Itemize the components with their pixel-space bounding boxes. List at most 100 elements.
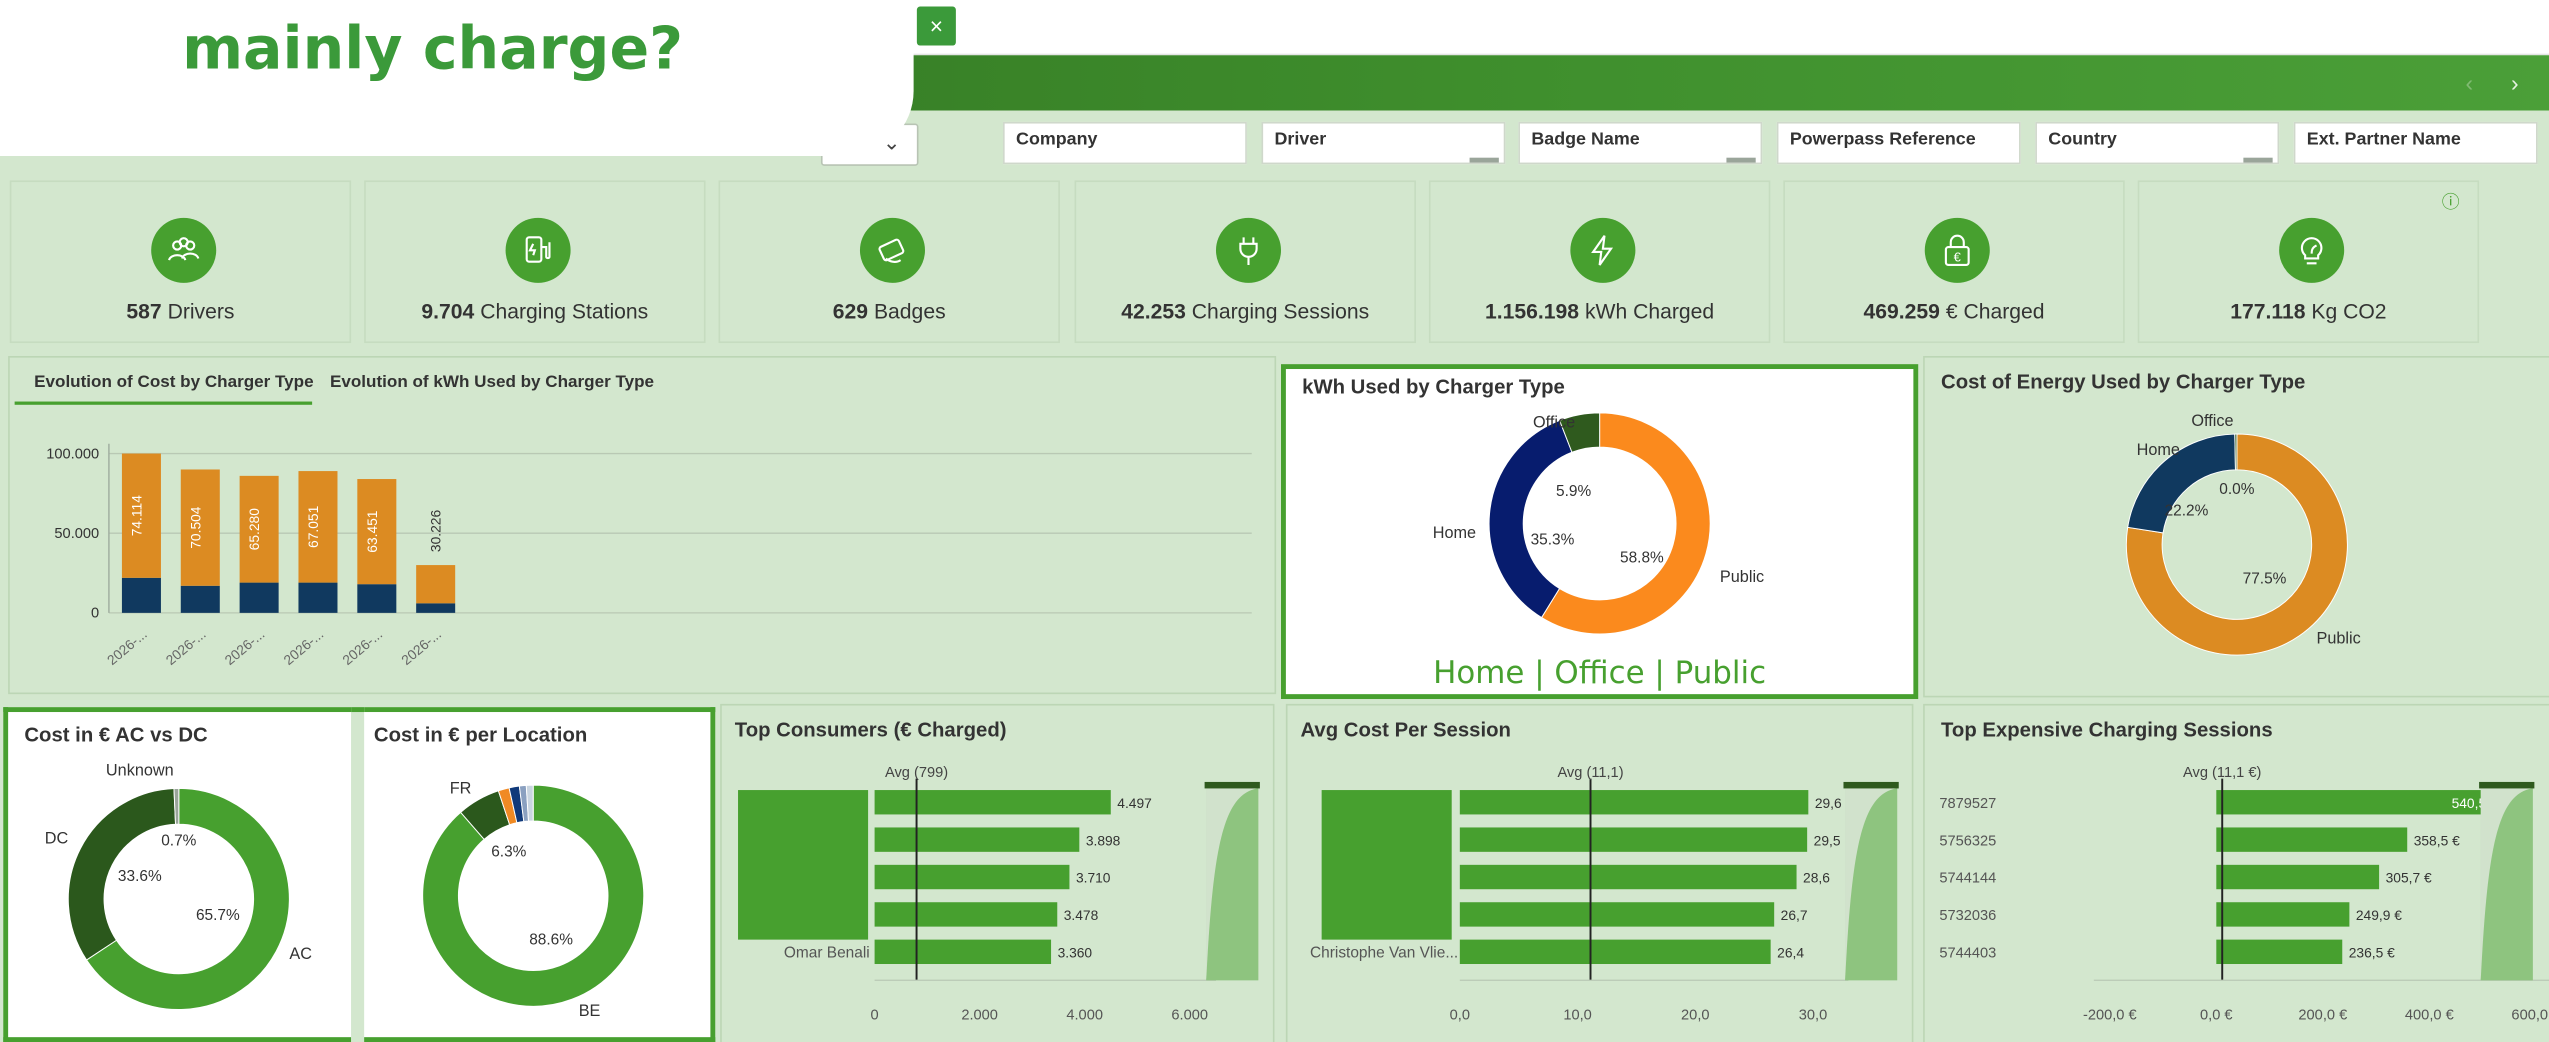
pie-slice	[1488, 419, 1573, 619]
x-tick-label: 20,0	[1681, 1007, 1709, 1023]
x-tick-label: 2.000	[961, 1007, 998, 1023]
nav-prev-button[interactable]: ‹	[2458, 67, 2481, 100]
y-tick-label: 50.000	[54, 526, 99, 542]
svg-text:€: €	[1954, 250, 1962, 265]
bar-value-label: 65.280	[246, 508, 262, 551]
filter-ext-partner-name[interactable]: Ext. Partner Name	[2293, 121, 2538, 165]
row-category-label: 5744403	[1939, 946, 1996, 962]
bar-segment	[416, 565, 456, 604]
filter-selection-bar	[1469, 157, 1499, 163]
close-button[interactable]: ×	[916, 6, 956, 46]
kpi-icon-circle	[505, 217, 571, 283]
expensive-sessions-chart: 540,5 €7879527358,5 €5756325305,7 €57441…	[1939, 765, 2549, 1023]
slice-category-label: Public	[2317, 630, 2361, 648]
bar-value-label: 67.051	[305, 506, 321, 548]
x-tick-label: 0,0	[1450, 1007, 1470, 1023]
acdc-donut-chart: 0.7% 33.6% 65.7% Unknown DC AC	[45, 761, 312, 1010]
charging-plug-icon	[1239, 237, 1258, 265]
bar	[1459, 939, 1771, 965]
kpi-icon-circle	[2279, 217, 2345, 283]
filter-label: Country	[2048, 130, 2117, 150]
filter-badge-name[interactable]: Badge Name	[1518, 121, 1763, 165]
slice-category-label: Public	[1720, 568, 1764, 586]
question-overlay: mainly charge?	[0, 0, 914, 157]
slice-pct-label: 0.0%	[2219, 481, 2254, 498]
slice-pct-label: 22.2%	[2165, 502, 2209, 519]
kpi-value: 177.118	[2230, 299, 2306, 324]
bar-value-label: 28,6	[1803, 870, 1830, 886]
x-tick-label: 2026-...	[280, 626, 326, 668]
scroll-overlay	[1845, 785, 1898, 981]
slice-pct-label: 65.7%	[196, 907, 240, 924]
x-tick-label: 2026-...	[104, 626, 150, 668]
kpi-card-kg-co2[interactable]: 177.118 Kg CO2	[2137, 180, 2480, 344]
pie-slice	[2234, 433, 2238, 471]
bar	[874, 864, 1070, 890]
filter-driver[interactable]: Driver	[1261, 121, 1506, 165]
slice-pct-label: 58.8%	[1620, 549, 1664, 566]
scroll-overlay	[1206, 785, 1259, 981]
kpi-label: Badges	[873, 299, 946, 324]
kpi-text: 177.118 Kg CO2	[2139, 299, 2477, 323]
kpi-value: 587	[126, 299, 162, 324]
y-tick-label: 0	[91, 606, 99, 622]
bar	[2216, 939, 2343, 965]
slice-pct-label: 6.3%	[491, 844, 526, 861]
evolution-bar-chart: 100.000 50.000 0 74.114 2026-... 70.504 2026-.…	[46, 443, 1252, 668]
filter-company[interactable]: Company	[1003, 121, 1247, 165]
x-tick-label: -200,0 €	[2083, 1007, 2137, 1023]
filter-powerpass-reference[interactable]: Powerpass Reference	[1776, 121, 2021, 165]
bar-value-label: 26,4	[1777, 945, 1804, 961]
kpi-icon-circle: €	[1924, 217, 1990, 283]
kpi-card-charging-sessions[interactable]: 42.253 Charging Sessions	[1074, 180, 1416, 344]
x-tick-label: 600,0 €	[2511, 1007, 2549, 1023]
kpi-card-charging-stations[interactable]: 9.704 Charging Stations	[364, 180, 706, 344]
filter-label: Powerpass Reference	[1789, 130, 1976, 150]
kpi-card-badges[interactable]: 629 Badges	[718, 180, 1060, 344]
dashboard: × ‹ › ⌄ Company Driver Badge Name Powerpass…	[0, 0, 2549, 1042]
bar-value-label: 63.451	[364, 511, 380, 553]
kpi-text: 629 Badges	[720, 299, 1058, 323]
slice-pct-label: 88.6%	[529, 931, 573, 948]
kpi-label: Charging Sessions	[1191, 299, 1370, 324]
bar-segment	[121, 577, 161, 613]
nav-next-button[interactable]: ›	[2503, 67, 2526, 100]
bar-value-label: 30.226	[428, 510, 444, 553]
kpi-card-drivers[interactable]: 587 Drivers	[9, 180, 352, 344]
bar-segment	[357, 584, 397, 613]
slice-pct-label: 0.7%	[161, 832, 196, 849]
bar	[1459, 827, 1808, 852]
slice-pct-label: 77.5%	[2243, 571, 2287, 588]
bar	[1459, 864, 1797, 890]
filter-country[interactable]: Country	[2035, 121, 2280, 165]
bar-value-label: 249,9 €	[2356, 907, 2402, 923]
kpi-card--charged[interactable]: €469.259 € Charged	[1783, 180, 2125, 344]
bar-value-label: 3.478	[1064, 907, 1099, 923]
row-category-label: 7879527	[1939, 796, 1996, 812]
slice-pct-label: 5.9%	[1556, 483, 1591, 500]
kpi-text: 42.253 Charging Sessions	[1076, 299, 1414, 323]
bar-value-label: 305,7 €	[2386, 870, 2432, 886]
x-tick-label: 2026-...	[221, 626, 267, 668]
y-tick-label: 100.000	[46, 446, 99, 462]
x-tick-label: 0,0 €	[2200, 1007, 2233, 1023]
leaf-bulb-icon	[2300, 237, 2323, 265]
bar	[2216, 827, 2408, 852]
x-tick-label: 400,0 €	[2405, 1007, 2454, 1023]
mini-selection-bar	[738, 790, 869, 940]
drivers-icon	[168, 237, 200, 261]
row-category-label: 5732036	[1939, 908, 1996, 924]
slice-category-label: BE	[579, 1002, 601, 1020]
info-icon[interactable]: ⓘ	[2442, 189, 2460, 215]
top-consumers-chart: Omar Benali 4.497 3.898 3.710 3.478 3.360 Avg …	[738, 765, 1260, 1023]
slice-category-label: Office	[2191, 412, 2233, 430]
kpi-icon-circle	[1570, 217, 1636, 283]
bar	[2216, 902, 2350, 927]
slice-category-label: Home	[1433, 524, 1476, 542]
close-icon: ×	[929, 13, 944, 40]
scroll-handle	[2479, 781, 2535, 789]
kpi-card-kwh-charged[interactable]: 1.156.198 kWh Charged	[1428, 180, 1771, 344]
scroll-handle	[1843, 781, 1899, 789]
euro-lock-icon: €	[1944, 234, 1970, 267]
filter-label: Driver	[1274, 130, 1327, 150]
